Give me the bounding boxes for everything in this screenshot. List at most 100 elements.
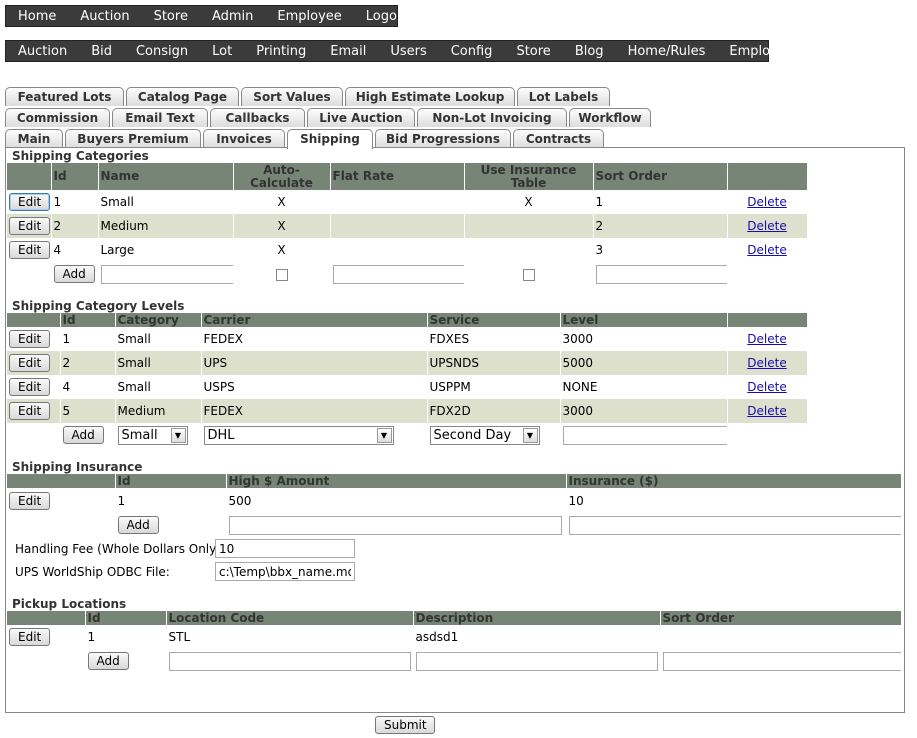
add-level-button[interactable]: Add bbox=[62, 426, 104, 444]
tab-workflow[interactable]: Workflow bbox=[569, 108, 651, 127]
nav-admin[interactable]: Admin bbox=[200, 9, 265, 24]
admin-nav: Auction Bid Consign Lot Printing Email U… bbox=[5, 40, 801, 62]
edit-button[interactable]: Edit bbox=[9, 378, 51, 396]
table-row: Edit 1 STL asdsd1 bbox=[7, 625, 902, 649]
delete-link[interactable]: Delete bbox=[747, 356, 786, 370]
nav-home[interactable]: Home bbox=[6, 9, 68, 24]
col-id: Id bbox=[85, 611, 167, 625]
pickup-locations-title: Pickup Locations bbox=[12, 597, 127, 611]
new-insurance-input[interactable] bbox=[568, 515, 900, 535]
new-category-name-input[interactable] bbox=[100, 264, 232, 284]
delete-link[interactable]: Delete bbox=[747, 404, 786, 418]
admin-nav-employees[interactable]: Employees bbox=[717, 44, 812, 59]
admin-nav-config[interactable]: Config bbox=[439, 44, 505, 59]
edit-button[interactable]: Edit bbox=[9, 402, 51, 420]
col-high-amount: High $ Amount bbox=[226, 474, 567, 488]
tab-commission[interactable]: Commission bbox=[5, 108, 110, 127]
new-sort-order-input[interactable] bbox=[595, 264, 726, 284]
tab-callbacks[interactable]: Callbacks bbox=[210, 108, 305, 127]
edit-button[interactable]: Edit bbox=[9, 354, 51, 372]
new-location-code-input[interactable] bbox=[168, 651, 411, 671]
carrier-select[interactable]: DHL ▼ bbox=[203, 425, 394, 445]
delete-link[interactable]: Delete bbox=[747, 243, 786, 257]
tab-catalog-page[interactable]: Catalog Page bbox=[126, 87, 239, 106]
admin-nav-lot[interactable]: Lot bbox=[200, 44, 244, 59]
edit-button[interactable]: Edit bbox=[9, 628, 51, 646]
ups-worldship-file-input[interactable] bbox=[215, 562, 355, 581]
col-auto-calculate: Auto-Calculate bbox=[233, 163, 331, 190]
handling-fee-input[interactable] bbox=[215, 539, 355, 558]
add-pickup-button[interactable]: Add bbox=[87, 652, 129, 670]
nav-logout[interactable]: Logout bbox=[354, 9, 423, 24]
col-flat-rate: Flat Rate bbox=[330, 163, 465, 190]
delete-link[interactable]: Delete bbox=[747, 380, 786, 394]
new-description-input[interactable] bbox=[415, 651, 658, 671]
new-use-insurance-checkbox[interactable] bbox=[522, 268, 535, 281]
col-sort-order: Sort Order bbox=[593, 163, 728, 190]
col-name: Name bbox=[98, 163, 234, 190]
admin-nav-printing[interactable]: Printing bbox=[244, 44, 318, 59]
add-insurance-button[interactable]: Add bbox=[117, 516, 159, 534]
tab-high-estimate-lookup[interactable]: High Estimate Lookup bbox=[345, 87, 515, 106]
tab-lot-labels[interactable]: Lot Labels bbox=[517, 87, 610, 106]
table-row: Edit 5 Medium FEDEX FDX2D 3000 Delete bbox=[7, 399, 808, 423]
tab-invoices[interactable]: Invoices bbox=[203, 129, 285, 148]
nav-store[interactable]: Store bbox=[142, 9, 200, 24]
table-row: Edit 1 Small FEDEX FDXES 3000 Delete bbox=[7, 327, 808, 351]
admin-nav-bid[interactable]: Bid bbox=[79, 44, 124, 59]
tab-email-text[interactable]: Email Text bbox=[112, 108, 208, 127]
new-category-row: Add bbox=[7, 262, 808, 286]
new-level-input[interactable] bbox=[562, 425, 726, 445]
submit-button[interactable]: Submit bbox=[375, 716, 435, 734]
edit-button[interactable]: Edit bbox=[9, 330, 51, 348]
admin-nav-consign[interactable]: Consign bbox=[124, 44, 200, 59]
col-location-code: Location Code bbox=[166, 611, 414, 625]
tab-non-lot-invoicing[interactable]: Non-Lot Invoicing bbox=[417, 108, 567, 127]
new-level-row: Add Small ▼ DHL ▼ Second Day ▼ bbox=[7, 423, 808, 447]
tab-buyers-premium[interactable]: Buyers Premium bbox=[65, 129, 201, 148]
new-auto-calculate-checkbox[interactable] bbox=[275, 268, 288, 281]
tab-featured-lots[interactable]: Featured Lots bbox=[5, 87, 124, 106]
tab-sort-values[interactable]: Sort Values bbox=[241, 87, 343, 106]
tab-bid-progressions[interactable]: Bid Progressions bbox=[375, 129, 511, 148]
tab-shipping[interactable]: Shipping bbox=[287, 129, 373, 149]
tab-main[interactable]: Main bbox=[5, 129, 63, 148]
delete-link[interactable]: Delete bbox=[747, 219, 786, 233]
edit-button[interactable]: Edit bbox=[9, 491, 51, 510]
shipping-category-levels-title: Shipping Category Levels bbox=[12, 299, 185, 313]
add-category-button[interactable]: Add bbox=[53, 265, 95, 283]
handling-fee-label: Handling Fee (Whole Dollars Only): bbox=[15, 542, 225, 556]
edit-button[interactable]: Edit bbox=[9, 241, 50, 259]
tab-contracts[interactable]: Contracts bbox=[513, 129, 604, 148]
chevron-down-icon: ▼ bbox=[170, 427, 186, 443]
ups-worldship-label: UPS WorldShip ODBC File: bbox=[15, 565, 170, 579]
admin-nav-auction[interactable]: Auction bbox=[6, 44, 79, 59]
category-select[interactable]: Small ▼ bbox=[117, 425, 188, 445]
edit-button[interactable]: Edit bbox=[9, 217, 50, 235]
delete-link[interactable]: Delete bbox=[747, 332, 786, 346]
delete-link[interactable]: Delete bbox=[747, 195, 786, 209]
service-select[interactable]: Second Day ▼ bbox=[429, 425, 540, 445]
table-row: Edit 1 500 10 bbox=[7, 488, 902, 513]
tab-live-auction[interactable]: Live Auction bbox=[307, 108, 415, 127]
table-row: Edit 2 Small UPS UPSNDS 5000 Delete bbox=[7, 351, 808, 375]
admin-nav-store[interactable]: Store bbox=[504, 44, 562, 59]
col-category: Category bbox=[115, 313, 202, 327]
new-high-amount-input[interactable] bbox=[228, 515, 562, 535]
admin-nav-blog[interactable]: Blog bbox=[563, 44, 616, 59]
col-id: Id bbox=[115, 474, 227, 488]
nav-auction[interactable]: Auction bbox=[68, 9, 141, 24]
col-id: Id bbox=[51, 163, 99, 190]
admin-nav-email[interactable]: Email bbox=[318, 44, 378, 59]
new-flat-rate-input[interactable] bbox=[332, 264, 463, 284]
admin-nav-users[interactable]: Users bbox=[378, 44, 438, 59]
new-sort-order-input[interactable] bbox=[662, 651, 900, 671]
table-row: Edit 1 Small X X 1 Delete bbox=[7, 190, 808, 214]
col-sort-order: Sort Order bbox=[660, 611, 902, 625]
nav-employee[interactable]: Employee bbox=[265, 9, 353, 24]
admin-nav-home-rules[interactable]: Home/Rules bbox=[616, 44, 718, 59]
table-row: Edit 4 Small USPS USPPM NONE Delete bbox=[7, 375, 808, 399]
main-nav: Home Auction Store Admin Employee Logout bbox=[5, 5, 410, 27]
edit-button[interactable]: Edit bbox=[9, 193, 50, 211]
col-insurance: Insurance ($) bbox=[566, 474, 902, 488]
